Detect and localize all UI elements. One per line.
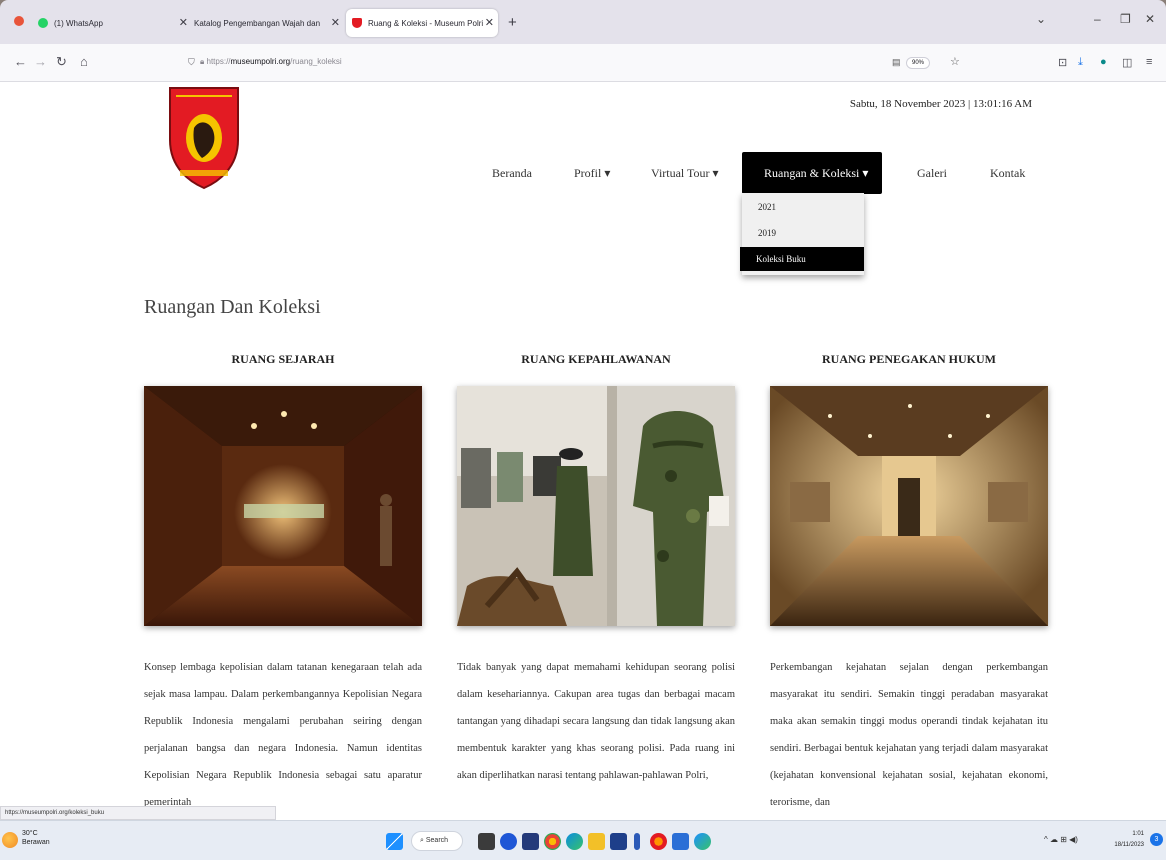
forward-button[interactable]: → [34,54,47,69]
hamburger-menu-icon[interactable]: ≡ [1146,56,1152,68]
close-tab-icon[interactable]: ✕ [179,16,188,29]
pocket-icon[interactable]: ⊡ [1058,56,1067,69]
file-explorer-icon[interactable] [522,833,539,850]
app-icon[interactable] [634,833,640,850]
address-bar[interactable]: ⛉ 🔒︎ https://museumpolri.org/ruang_kolek… [186,49,976,77]
list-tabs-icon[interactable]: ⌄ [1036,12,1046,26]
new-tab-button[interactable]: + [508,14,517,31]
bookmark-star-icon[interactable]: ☆ [950,55,960,68]
weather-temp: 30°C [22,830,38,837]
home-button[interactable]: ⌂ [80,54,88,69]
word-icon[interactable] [672,833,689,850]
clock-date: 18/11/2023 [1114,842,1144,848]
nav-ruangan-koleksi[interactable]: Ruangan & Koleksi ▾ [742,152,883,194]
clock-time: 1:01 [1132,831,1144,837]
windows-taskbar: 30°C Berawan ⌕ Search ^ ☁ ⊞ ◀) 1:01 18/1… [0,820,1166,860]
folder-icon[interactable] [588,833,605,850]
reader-view-icon[interactable]: ▤ [892,57,901,68]
ruangan-koleksi-dropdown: 2021 2019 Koleksi Buku [740,193,864,275]
account-icon[interactable]: ◫ [1122,56,1132,69]
downloads-icon[interactable]: ⤓ [1078,56,1083,69]
reload-button[interactable]: ↻ [56,54,67,70]
dropdown-item-2019[interactable]: 2019 [742,221,864,245]
lock-icon: 🔒︎ [200,57,205,66]
store-icon[interactable] [610,833,627,850]
web-page: Sabtu, 18 November 2023 | 13:01:16 AM Be… [0,82,1166,820]
tab-katalog[interactable]: Katalog Pengembangan Wajah dan ✕ [194,9,344,37]
minimize-button[interactable]: – [1094,12,1101,26]
close-window-button[interactable]: ✕ [1145,12,1155,26]
edge-icon[interactable] [566,833,583,850]
taskbar-search[interactable]: ⌕ Search [411,831,463,851]
room-photo-penegakan-hukum[interactable] [770,386,1048,626]
link-status-bar: https://museumpolri.org/koleksi_buku [0,806,276,820]
task-view-icon[interactable] [478,833,495,850]
police-logo[interactable] [166,82,242,190]
extension-icon[interactable]: ● [1100,56,1107,68]
nav-beranda[interactable]: Beranda [492,152,532,194]
weather-desc: Berawan [22,839,50,846]
browser-tab-bar: (1) WhatsApp ✕ Katalog Pengembangan Waja… [0,0,1166,44]
maximize-button[interactable]: ❐ [1120,12,1131,26]
whatsapp-icon [38,18,48,28]
tab-label: (1) WhatsApp [54,18,103,28]
nav-galeri[interactable]: Galeri [917,152,947,194]
url-prefix: https:// [206,57,231,66]
zoom-level[interactable]: 90% [906,57,931,69]
chat-icon[interactable] [500,833,517,850]
browser-nav-bar: ← → ↻ ⌂ ⛉ 🔒︎ https://museumpolri.org/rua… [0,44,1166,82]
dropdown-item-2021[interactable]: 2021 [742,195,864,219]
room-photo-sejarah[interactable] [144,386,422,626]
search-label: Search [425,837,449,844]
settings-icon[interactable] [694,833,711,850]
room-description: Perkembangan kejahatan sejalan dengan pe… [770,662,1048,808]
tab-label: Katalog Pengembangan Wajah dan [194,18,321,28]
date-time-display: Sabtu, 18 November 2023 | 13:01:16 AM [849,98,1032,110]
taskbar-clock[interactable]: 1:01 18/11/2023 [1104,829,1144,851]
close-tab-icon[interactable]: ✕ [485,16,494,29]
room-photo-kepahlawanan[interactable] [457,386,735,626]
system-tray[interactable]: ^ ☁ ⊞ ◀) [1044,835,1078,844]
nav-profil[interactable]: Profil ▾ [574,152,610,194]
tab-label: Ruang & Koleksi - Museum Polri [368,18,484,28]
weather-icon [2,832,18,848]
tab-whatsapp[interactable]: (1) WhatsApp ✕ [38,9,188,37]
tab-ruang-koleksi[interactable]: Ruang & Koleksi - Museum Polri ✕ [346,9,498,37]
chrome-icon[interactable] [544,833,561,850]
shield-icon[interactable]: ⛉ [188,57,195,68]
room-description: Tidak banyak yang dapat memahami kehidup… [457,662,735,781]
room-title[interactable]: RUANG PENEGAKAN HUKUM [770,352,1048,367]
dropdown-item-koleksi-buku[interactable]: Koleksi Buku [740,247,864,271]
notification-badge[interactable]: 3 [1150,833,1163,846]
nav-kontak[interactable]: Kontak [990,152,1025,194]
url-path: /ruang_koleksi [290,57,342,66]
close-tab-icon[interactable]: ✕ [331,16,340,29]
weather-widget[interactable]: 30°C Berawan [2,829,50,848]
room-description: Konsep lembaga kepolisian dalam tatanan … [144,662,422,808]
room-title[interactable]: RUANG KEPAHLAWANAN [457,352,735,367]
back-button[interactable]: ← [14,54,27,69]
nav-virtual-tour[interactable]: Virtual Tour ▾ [651,152,719,194]
police-emblem-icon [352,18,362,28]
windows-start-icon[interactable] [386,833,403,850]
section-title: Ruangan Dan Koleksi [144,296,321,318]
firefox-menu-icon[interactable] [14,16,24,26]
firefox-icon[interactable] [650,833,667,850]
room-title[interactable]: RUANG SEJARAH [144,352,422,367]
url-host: museumpolri.org [230,57,291,66]
url-text[interactable]: 🔒︎ https://museumpolri.org/ruang_koleksi [200,57,342,67]
